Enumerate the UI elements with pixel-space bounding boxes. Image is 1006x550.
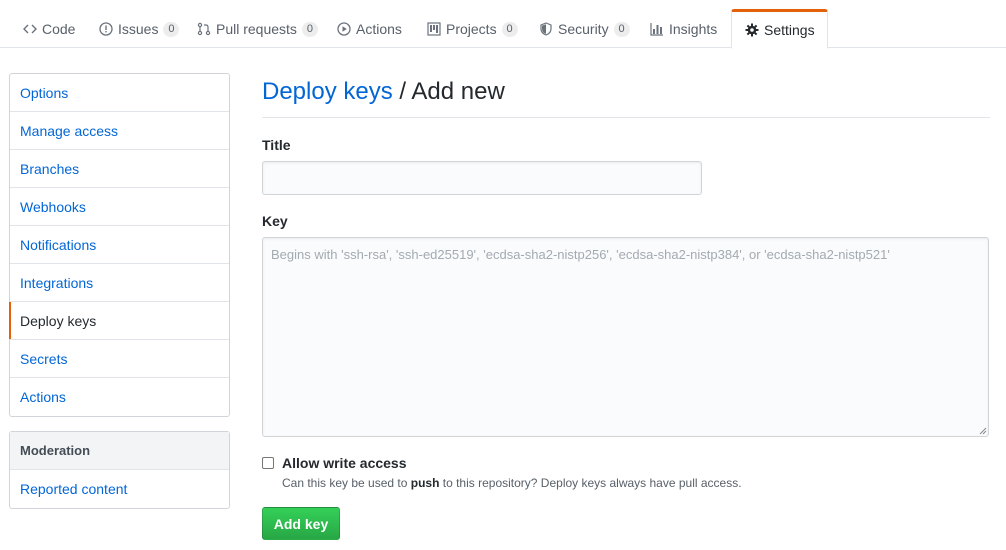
allow-write-row[interactable]: Allow write access: [262, 455, 407, 471]
sidebar-item-actions[interactable]: Actions: [10, 378, 229, 416]
sidebar-item-notifications[interactable]: Notifications: [10, 226, 229, 264]
tab-insights[interactable]: Insights: [649, 10, 717, 48]
page-title: Deploy keys / Add new: [262, 78, 990, 118]
tab-settings[interactable]: Settings: [731, 9, 828, 49]
sidebar-item-options[interactable]: Options: [10, 74, 229, 112]
project-icon: [426, 21, 442, 37]
settings-menu: Options Manage access Branches Webhooks …: [9, 73, 230, 417]
sidebar-item-integrations[interactable]: Integrations: [10, 264, 229, 302]
tab-label: Insights: [669, 21, 718, 37]
tab-label: Code: [42, 21, 76, 37]
sidebar-item-webhooks[interactable]: Webhooks: [10, 188, 229, 226]
allow-write-checkbox[interactable]: [262, 457, 274, 469]
moderation-heading: Moderation: [10, 432, 229, 470]
tab-label: Security: [558, 21, 609, 37]
tab-code[interactable]: Code: [22, 10, 75, 48]
deploy-keys-link[interactable]: Deploy keys: [262, 78, 393, 105]
tab-label: Projects: [446, 21, 497, 37]
moderation-menu: Moderation Reported content: [9, 431, 230, 509]
allow-write-note: Can this key be used to push to this rep…: [282, 476, 742, 490]
sidebar-item-manage-access[interactable]: Manage access: [10, 112, 229, 150]
projects-counter: 0: [501, 21, 518, 37]
issue-icon: [98, 21, 114, 37]
tab-label: Pull requests: [216, 21, 297, 37]
tab-security[interactable]: Security 0: [538, 10, 630, 48]
title-input[interactable]: [262, 161, 702, 195]
sidebar-item-reported-content[interactable]: Reported content: [10, 470, 229, 508]
tab-projects[interactable]: Projects 0: [426, 10, 518, 48]
note-text-after: to this repository? Deploy keys always h…: [439, 476, 742, 490]
key-textarea[interactable]: [262, 237, 989, 437]
page-title-rest: / Add new: [392, 78, 505, 105]
code-icon: [22, 21, 38, 37]
tab-actions[interactable]: Actions: [336, 10, 402, 48]
repo-nav: Code Issues 0 Pull requests 0 Actions Pr…: [0, 0, 1006, 49]
security-counter: 0: [613, 21, 630, 37]
pull-requests-counter: 0: [301, 21, 318, 37]
tab-label: Settings: [764, 22, 815, 38]
add-key-button[interactable]: Add key: [262, 507, 340, 540]
tab-pull-requests[interactable]: Pull requests 0: [196, 10, 318, 48]
issues-counter: 0: [163, 21, 180, 37]
resize-grip-icon[interactable]: [977, 425, 987, 435]
pull-request-icon: [196, 21, 212, 37]
key-label: Key: [262, 213, 288, 229]
play-icon: [336, 21, 352, 37]
sidebar-item-deploy-keys[interactable]: Deploy keys: [9, 302, 229, 340]
shield-icon: [538, 21, 554, 37]
note-text-bold: push: [410, 476, 440, 490]
title-label: Title: [262, 137, 291, 153]
tab-label: Actions: [356, 21, 402, 37]
allow-write-label[interactable]: Allow write access: [282, 455, 407, 471]
sidebar-item-branches[interactable]: Branches: [10, 150, 229, 188]
note-text-before: Can this key be used to: [282, 476, 411, 490]
tab-label: Issues: [118, 21, 159, 37]
tab-issues[interactable]: Issues 0: [98, 10, 180, 48]
sidebar-item-secrets[interactable]: Secrets: [10, 340, 229, 378]
gear-icon: [744, 22, 760, 38]
graph-icon: [649, 21, 665, 37]
